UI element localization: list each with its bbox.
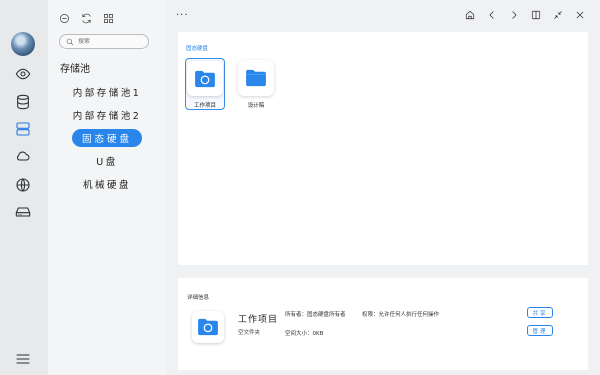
detail-panel: 详细信息 工作项目 空文件夹 所有者：固态硬盘所有者 权限：允许任何人执行任何操… <box>178 278 588 370</box>
nav-item-label: 内部存储池1 <box>72 87 142 99</box>
main-area: ··· 固态硬盘 工作项目 设计稿 详细信息 工作项目 空文件夹 所有者：固态硬… <box>166 0 600 375</box>
back-icon[interactable] <box>486 9 498 21</box>
storage-nav: 存储池 内部存储池1 内部存储池2 固态硬盘 U盘 机械硬盘 <box>48 0 166 375</box>
folder-label: 设计稿 <box>247 103 265 109</box>
cloud-icon[interactable] <box>14 147 32 165</box>
nav-item-label: 固态硬盘 <box>71 128 142 147</box>
folder-tile-design[interactable]: 设计稿 <box>236 58 276 110</box>
globe-icon[interactable] <box>14 176 32 194</box>
left-rail <box>0 0 48 375</box>
menu-icon[interactable] <box>14 350 32 368</box>
split-view-icon[interactable] <box>530 9 542 21</box>
file-grid-panel: 固态硬盘 工作项目 设计稿 <box>178 32 588 265</box>
nav-item-usb[interactable]: U盘 <box>48 149 166 172</box>
avatar[interactable] <box>11 32 35 56</box>
storage-server-icon[interactable] <box>14 120 32 138</box>
detail-owner: 所有者：固态硬盘所有者 <box>285 312 346 318</box>
folder-tile-work-project[interactable]: 工作项目 <box>185 58 225 110</box>
collapse-icon[interactable] <box>552 9 564 21</box>
more-menu-button[interactable]: ··· <box>176 10 189 21</box>
detail-permission: 权限：允许任何人执行任何操作 <box>362 312 440 318</box>
nav-item-internal-pool-2[interactable]: 内部存储池2 <box>48 103 166 126</box>
nav-item-label: 内部存储池2 <box>72 110 142 122</box>
detail-name: 工作项目 <box>238 315 279 325</box>
search-icon <box>66 38 74 45</box>
pool-title: 存储池 <box>60 64 90 75</box>
window-controls <box>464 9 586 21</box>
eye-icon[interactable] <box>14 65 32 83</box>
nav-item-label: 机械硬盘 <box>82 179 131 191</box>
database-icon[interactable] <box>14 93 32 111</box>
nav-item-label: U盘 <box>96 156 118 168</box>
folder-icon <box>238 60 274 96</box>
detail-space: 空间大小：0KB <box>285 331 324 337</box>
search-input[interactable] <box>78 38 148 45</box>
detail-title: 详细信息 <box>187 295 210 301</box>
hard-drive-icon[interactable] <box>14 203 32 221</box>
share-button[interactable]: 共享 <box>527 307 553 318</box>
grid-icon[interactable] <box>102 12 114 24</box>
folder-open-icon <box>192 311 224 343</box>
panel-label: 固态硬盘 <box>186 46 209 52</box>
forward-icon[interactable] <box>508 9 520 21</box>
manage-button[interactable]: 管理 <box>527 325 553 336</box>
folder-open-icon <box>187 61 223 96</box>
nav-item-ssd[interactable]: 固态硬盘 <box>48 126 166 149</box>
minus-circle-icon[interactable] <box>58 12 70 24</box>
nav-toolbar <box>58 12 114 24</box>
close-icon[interactable] <box>574 9 586 21</box>
nav-item-internal-pool-1[interactable]: 内部存储池1 <box>48 80 166 103</box>
folder-label: 工作项目 <box>193 103 216 109</box>
nav-item-hdd[interactable]: 机械硬盘 <box>48 172 166 195</box>
refresh-icon[interactable] <box>80 12 92 24</box>
detail-type: 空文件夹 <box>238 330 261 336</box>
home-icon[interactable] <box>464 9 476 21</box>
search-box[interactable] <box>59 34 149 49</box>
pool-list: 内部存储池1 内部存储池2 固态硬盘 U盘 机械硬盘 <box>48 80 166 195</box>
